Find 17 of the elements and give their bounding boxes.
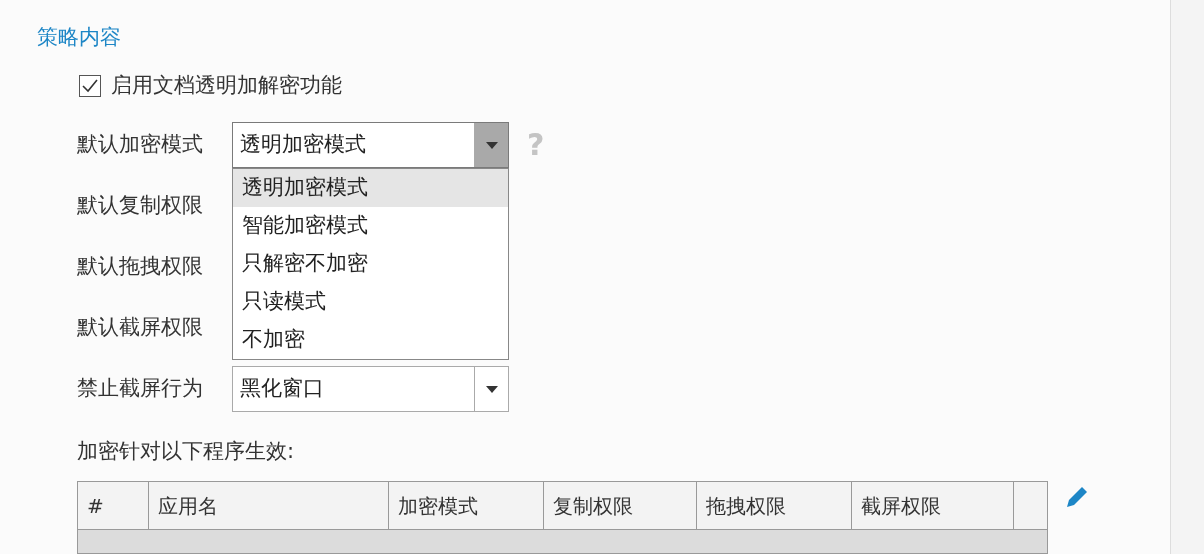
dropdown[interactable]: 透明加密模式 xyxy=(232,122,509,168)
field-label: 默认加密模式 xyxy=(77,131,204,159)
field-label: 默认拖拽权限 xyxy=(77,253,204,281)
checkbox-label: 启用文档透明加解密功能 xyxy=(111,72,342,100)
section-title: 策略内容 xyxy=(37,24,122,51)
checkmark-icon xyxy=(82,79,98,93)
table-caption: 加密针对以下程序生效: xyxy=(76,437,296,465)
dropdown[interactable]: 黑化窗口 xyxy=(232,366,509,412)
field-label: 默认复制权限 xyxy=(77,192,204,220)
caret-icon xyxy=(485,141,498,149)
checkbox[interactable] xyxy=(79,75,101,97)
caret-icon xyxy=(485,385,498,393)
dropdown-option[interactable]: 透明加密模式 xyxy=(233,169,508,207)
field-label: 默认截屏权限 xyxy=(77,314,204,342)
field-label: 禁止截屏行为 xyxy=(77,375,204,403)
table-row[interactable] xyxy=(78,529,1047,553)
pencil-icon[interactable] xyxy=(1064,484,1090,510)
